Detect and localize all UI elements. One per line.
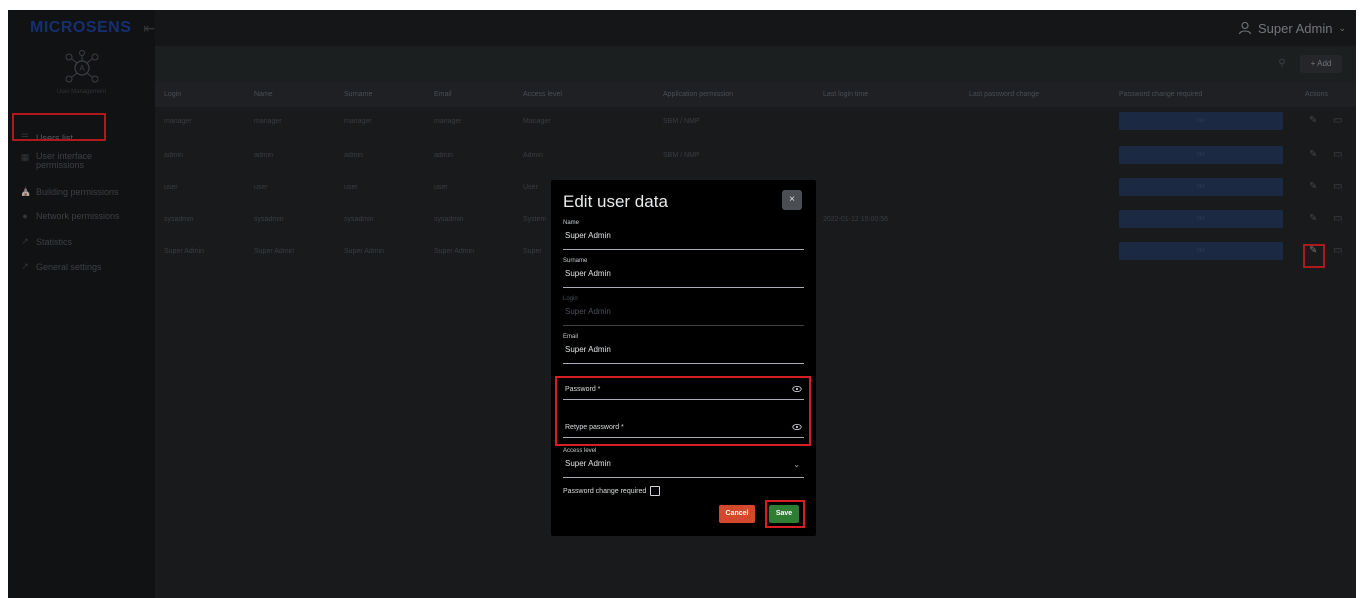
email-value: Super Admin: [565, 345, 611, 354]
surname-field[interactable]: Surname Super Admin: [563, 258, 804, 288]
save-highlight: [765, 500, 805, 528]
access-level-select[interactable]: Access level Super Admin ⌄: [563, 448, 804, 478]
password-change-required-label: Password change required: [563, 487, 647, 495]
access-level-label: Access level: [563, 448, 597, 454]
cancel-button[interactable]: Cancel: [719, 505, 755, 523]
login-value: Super Admin: [565, 307, 611, 316]
dialog-title: Edit user data: [563, 192, 668, 211]
edit-user-dialog: Edit user data × Name Super Admin Surnam…: [551, 180, 816, 536]
password-change-required-checkbox[interactable]: [650, 486, 661, 496]
password-fields-highlight: [555, 376, 811, 446]
access-level-value: Super Admin: [565, 459, 611, 468]
close-icon: ×: [789, 194, 795, 205]
surname-value: Super Admin: [565, 269, 611, 278]
password-change-required-option[interactable]: Password change required: [563, 486, 661, 496]
name-field[interactable]: Name Super Admin: [563, 220, 804, 250]
login-label: Login: [563, 296, 578, 302]
close-button[interactable]: ×: [782, 190, 802, 210]
login-field: Login Super Admin: [563, 296, 804, 326]
email-label: Email: [563, 334, 579, 340]
chevron-down-icon: ⌄: [793, 460, 800, 469]
surname-label: Surname: [563, 258, 588, 264]
app-window: MICROSENS ⇤ Super Admin ⌄ A User Managem…: [8, 10, 1356, 598]
name-label: Name: [563, 220, 580, 226]
email-field[interactable]: Email Super Admin: [563, 334, 804, 364]
name-value: Super Admin: [565, 231, 611, 240]
